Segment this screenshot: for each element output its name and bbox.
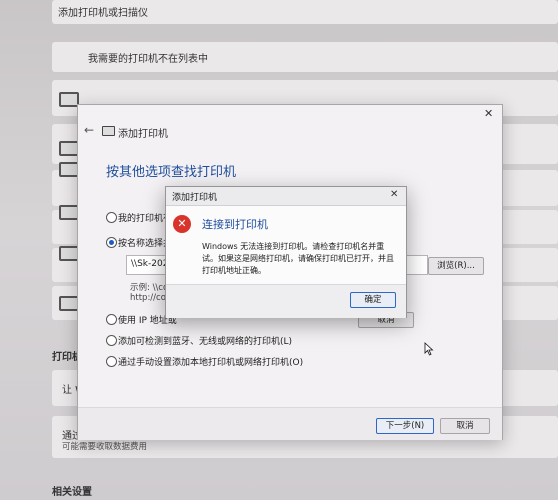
- connect-error-dialog: 添加打印机 ✕ ✕ 连接到打印机 Windows 无法连接到打印机。请检查打印机…: [165, 186, 407, 318]
- error-body: ✕ 连接到打印机 Windows 无法连接到打印机。请检查打印机名并重 试。如果…: [166, 206, 406, 284]
- option-2-label: 按名称选择共: [118, 239, 173, 249]
- wizard-title: 添加打印机: [118, 129, 168, 140]
- browse-button[interactable]: 浏览(R)...: [428, 257, 484, 275]
- radio-option-3[interactable]: [106, 314, 117, 325]
- mouse-cursor-icon: [424, 342, 434, 356]
- printer-icon: [59, 92, 79, 107]
- add-printer-header: 添加打印机或扫描仪: [58, 8, 148, 19]
- radio-option-5[interactable]: [106, 356, 117, 367]
- example-url: http://co: [130, 293, 166, 303]
- error-close-icon[interactable]: ✕: [390, 189, 398, 200]
- option-1-label: 我的打印机有: [118, 214, 173, 224]
- error-footer: 确定: [166, 284, 406, 318]
- error-message-line-2: 试。如果这是网络打印机，请确保打印机已打开，并且: [202, 254, 394, 263]
- example-label: 示例: \\co: [130, 283, 169, 293]
- printer-icon: [59, 141, 79, 156]
- printer-icon: [59, 296, 79, 311]
- wizard-footer: [78, 407, 502, 440]
- printer-icon: [59, 246, 79, 261]
- error-message-line-1: Windows 无法连接到打印机。请检查打印机名并重: [202, 242, 385, 251]
- option-5-label: 通过手动设置添加本地打印机或网络打印机(O): [118, 358, 304, 368]
- radio-option-1[interactable]: [106, 212, 117, 223]
- error-icon: ✕: [173, 215, 191, 233]
- cancel-button[interactable]: 取消: [440, 418, 490, 434]
- next-button[interactable]: 下一步(N): [376, 418, 434, 434]
- printer-name-value: \\Sk-202: [131, 259, 169, 269]
- wizard-heading: 按其他选项查找打印机: [106, 165, 237, 180]
- related-settings-title: 相关设置: [52, 487, 92, 498]
- radio-option-4[interactable]: [106, 335, 117, 346]
- error-message-line-3: 打印机地址正确。: [202, 266, 266, 275]
- error-heading: 连接到打印机: [202, 218, 268, 231]
- close-icon[interactable]: ✕: [484, 107, 493, 120]
- printer-icon: [59, 162, 79, 177]
- back-arrow-icon[interactable]: ←: [84, 123, 94, 137]
- radio-option-2[interactable]: [106, 237, 117, 248]
- printer-icon: [102, 126, 115, 136]
- printer-icon: [59, 205, 79, 220]
- error-title-bar: 添加打印机 ✕: [166, 187, 406, 206]
- option-4-label: 添加可检测到蓝牙、无线或网络的打印机(L): [118, 337, 293, 347]
- ok-button[interactable]: 确定: [350, 292, 396, 308]
- not-listed-link[interactable]: 我需要的打印机不在列表中: [88, 50, 208, 65]
- metered-note: 可能需要收取数据费用: [62, 442, 148, 452]
- error-title: 添加打印机: [172, 193, 218, 203]
